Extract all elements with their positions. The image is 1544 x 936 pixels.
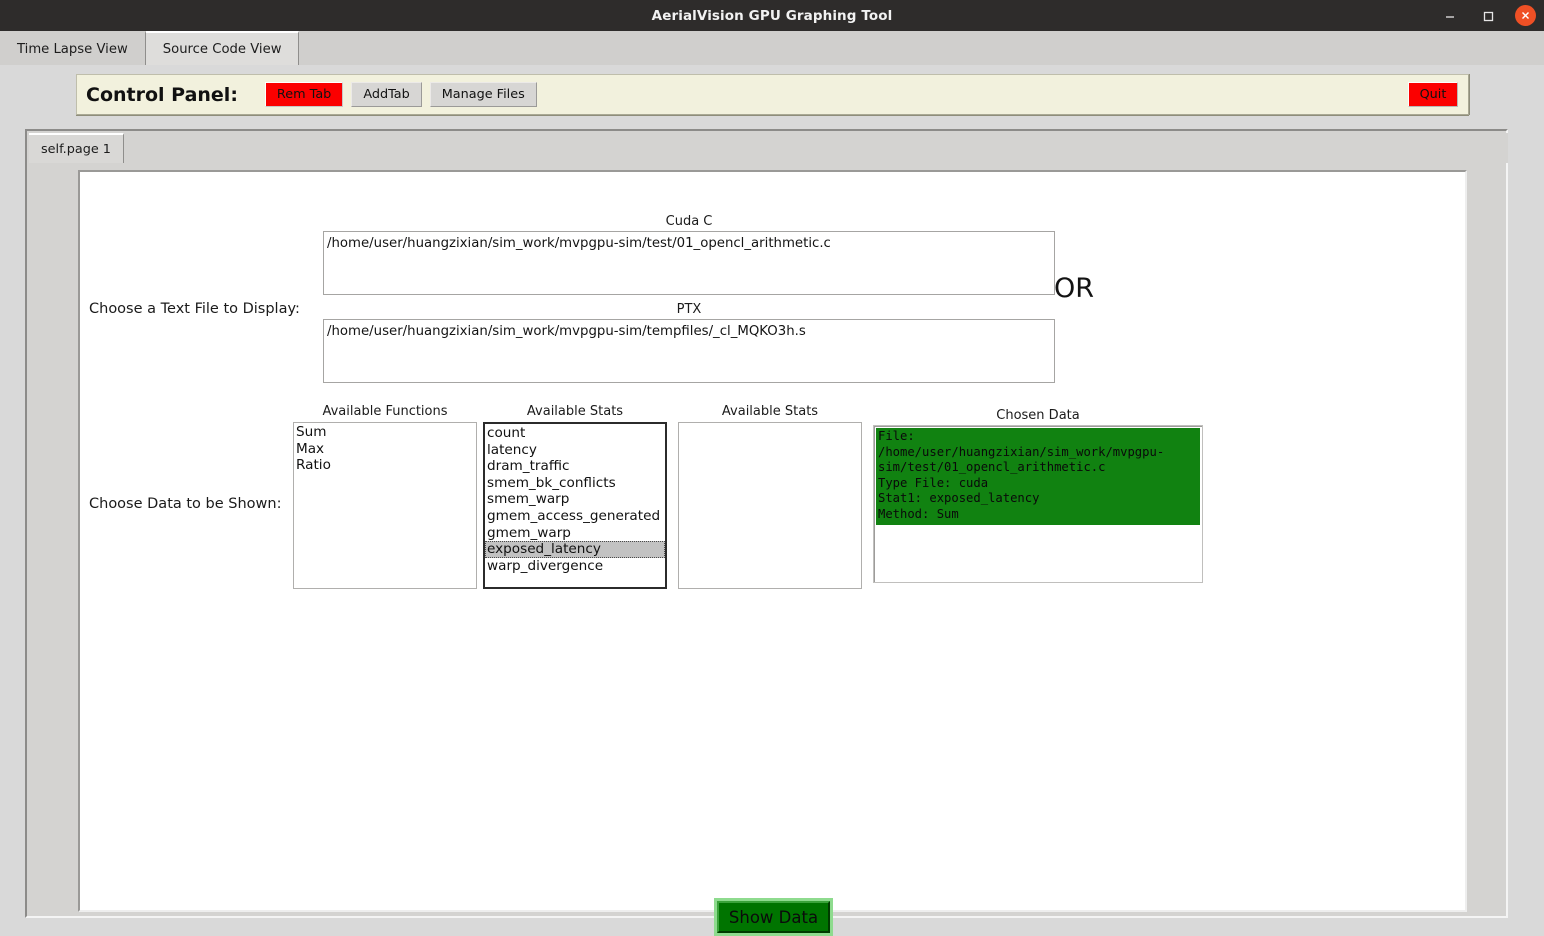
source-code-view-panel: Choose a Text File to Display: Choose Da…: [78, 170, 1467, 936]
choose-data-label: Choose Data to be Shown:: [89, 496, 282, 512]
ptx-path-text: /home/user/huangzixian/sim_work/mvpgpu-s…: [327, 324, 806, 339]
or-label: OR: [1054, 273, 1095, 304]
chosen-data-box[interactable]: File: /home/user/huangzixian/sim_work/mv…: [873, 425, 1203, 583]
add-tab-button[interactable]: AddTab: [351, 82, 422, 107]
available-function-item[interactable]: Max: [294, 441, 476, 458]
minimize-icon[interactable]: [1439, 5, 1461, 27]
ptx-path-box[interactable]: /home/user/huangzixian/sim_work/mvpgpu-s…: [323, 319, 1055, 383]
available-stat-item[interactable]: smem_warp: [485, 491, 665, 508]
available-stats-2-list[interactable]: [678, 422, 862, 589]
title-bar: AerialVision GPU Graphing Tool: [0, 0, 1544, 31]
available-stats-2-caption: Available Stats: [721, 404, 819, 419]
close-icon[interactable]: [1515, 5, 1536, 26]
chosen-data-caption: Chosen Data: [996, 408, 1080, 423]
control-panel-title: Control Panel:: [86, 83, 238, 106]
tab-label: Time Lapse View: [17, 41, 128, 57]
show-data-button-label: Show Data: [717, 901, 830, 933]
page-tab-label: self.page 1: [41, 141, 111, 157]
available-stats-1-caption: Available Stats: [526, 404, 624, 419]
chosen-data-entry[interactable]: File: /home/user/huangzixian/sim_work/mv…: [876, 428, 1200, 525]
page-tab-self-page-1[interactable]: self.page 1: [29, 133, 124, 163]
available-function-item[interactable]: Sum: [294, 424, 476, 441]
tab-label: Source Code View: [162, 41, 282, 57]
page-tab-filler: [124, 133, 1508, 163]
window-controls: [1439, 0, 1536, 31]
window-title: AerialVision GPU Graphing Tool: [651, 7, 893, 24]
cuda-c-path-text: /home/user/huangzixian/sim_work/mvpgpu-s…: [327, 236, 831, 251]
page-tab-strip: self.page 1: [29, 133, 1508, 163]
available-stat-item[interactable]: latency: [485, 442, 665, 459]
rem-tab-button[interactable]: Rem Tab: [264, 82, 344, 107]
quit-button[interactable]: Quit: [1408, 82, 1458, 107]
available-functions-list[interactable]: Sum Max Ratio: [293, 422, 477, 589]
page-frame: self.page 1 Choose a Text File to Displa…: [25, 129, 1508, 936]
available-stat-item[interactable]: smem_bk_conflicts: [485, 475, 665, 492]
cuda-c-path-box[interactable]: /home/user/huangzixian/sim_work/mvpgpu-s…: [323, 231, 1055, 295]
tab-strip-filler: [299, 31, 1544, 65]
available-stats-1-list[interactable]: count latency dram_traffic smem_bk_conflict…: [483, 422, 667, 589]
available-stat-item[interactable]: exposed_latency: [485, 541, 665, 558]
show-data-button[interactable]: Show Data: [714, 898, 833, 936]
available-stat-item[interactable]: gmem_access_generated: [485, 508, 665, 525]
ptx-caption: PTX: [676, 302, 702, 317]
cuda-c-caption: Cuda C: [665, 214, 713, 229]
available-stat-item[interactable]: count: [485, 425, 665, 442]
available-stat-item[interactable]: gmem_warp: [485, 525, 665, 542]
manage-files-button[interactable]: Manage Files: [429, 82, 537, 107]
available-function-item[interactable]: Ratio: [294, 457, 476, 474]
control-panel: Control Panel: Rem Tab AddTab Manage Fil…: [76, 74, 1469, 115]
available-stat-item[interactable]: dram_traffic: [485, 458, 665, 475]
tab-time-lapse-view[interactable]: Time Lapse View: [0, 31, 146, 65]
main-tab-strip: Time Lapse View Source Code View: [0, 31, 1544, 65]
available-functions-caption: Available Functions: [322, 404, 448, 419]
maximize-icon[interactable]: [1477, 5, 1499, 27]
tab-source-code-view[interactable]: Source Code View: [145, 31, 300, 65]
choose-file-label: Choose a Text File to Display:: [89, 301, 300, 317]
available-stat-item[interactable]: warp_divergence: [485, 558, 665, 575]
